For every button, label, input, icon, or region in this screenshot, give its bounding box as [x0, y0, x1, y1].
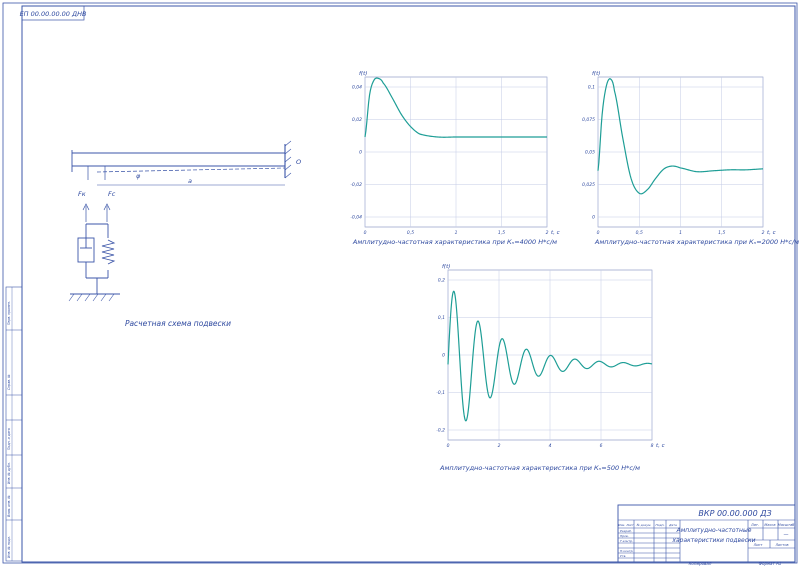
code-stamp-text: ЕП 00.00.00.00 ДНВ	[20, 10, 87, 18]
role-prov: Пров.	[620, 534, 629, 538]
chart-title: Амплитудно-частотная характеристика при …	[594, 238, 799, 246]
x-axis-label: t, c	[551, 230, 560, 236]
x-tick-label: 1,5	[718, 230, 725, 236]
label-o: O	[296, 158, 301, 166]
side-stamp-text-6: Инв. № подл.	[7, 536, 11, 558]
role-razrab: Разраб.	[620, 529, 632, 533]
x-tick-label: 1	[679, 230, 682, 236]
format-label: Формат А1	[759, 561, 782, 566]
role-utv: Утв.	[620, 554, 626, 558]
scheme-caption: Расчетная схема подвески	[125, 319, 231, 328]
x-tick-label: 1	[455, 230, 458, 236]
col-lit: Лит.	[750, 523, 759, 527]
phi-line	[96, 167, 286, 173]
row-ndoc: № докум.	[636, 523, 652, 527]
y-tick-label: -0,2	[436, 428, 445, 434]
side-stamp-text-3: Подп. и дата	[7, 428, 11, 450]
y-tick-label: -0,1	[436, 390, 445, 396]
y-tick-label: 0,04	[352, 85, 362, 91]
doc-code: ВКР 00.00.000 ДЗ	[698, 509, 771, 518]
side-stamp-text-1: Перв. примен.	[7, 301, 11, 325]
y-tick-label: -0,02	[350, 182, 362, 188]
y-tick-label: 0,025	[582, 182, 595, 188]
row-podp: Подп.	[655, 523, 664, 527]
x-tick-label: 6	[600, 443, 603, 449]
y-axis-label: f(t)	[442, 264, 450, 270]
y-tick-label: 0	[592, 215, 595, 221]
y-axis-label: f(t)	[592, 71, 600, 77]
role-nkontr: Н.контр.	[620, 549, 633, 553]
y-tick-label: 0,1	[588, 85, 595, 91]
x-tick-label: 4	[549, 443, 552, 449]
side-stamp	[5, 286, 23, 562]
y-tick-label: 0	[359, 150, 362, 156]
side-stamp-text-2: Справ. №	[7, 374, 11, 390]
spring	[101, 239, 116, 265]
scale-value: —	[784, 532, 789, 538]
x-tick-label: 1,5	[498, 230, 505, 236]
x-tick-label: 2	[546, 230, 549, 236]
x-tick-label: 0,5	[636, 230, 643, 236]
label-a: a	[188, 177, 192, 185]
x-tick-label: 0	[597, 230, 600, 236]
drawing-sheet: ЕП 00.00.00.00 ДНВ Fк Fс φ a O Расчетная…	[2, 2, 799, 566]
x-axis-label: t, c	[656, 443, 665, 449]
side-stamp-text-4: Инв. № дубл.	[7, 462, 11, 484]
chart-kn-4000: 0 0,5 1 1,5 2 0,04 0,02 0 -0,02 -0,04 f(t) t, c Ампл…	[350, 71, 559, 246]
chart-title: Амплитудно-частотная характеристика при …	[439, 464, 640, 472]
label-fc: Fс	[108, 190, 116, 198]
y-tick-label: 0,05	[585, 150, 595, 156]
col-mass: Масса	[764, 523, 775, 527]
x-tick-label: 0,5	[407, 230, 414, 236]
sheets-label: Листов	[774, 543, 788, 547]
x-tick-label: 0	[364, 230, 367, 236]
y-tick-label: 0,1	[438, 315, 445, 321]
y-axis-label: f(t)	[359, 71, 367, 77]
y-tick-label: 0,2	[438, 278, 445, 284]
suspension-scheme	[68, 140, 292, 302]
x-tick-label: 0	[447, 443, 450, 449]
y-tick-label: 0	[442, 353, 445, 359]
row-data: Дата	[668, 523, 677, 527]
y-tick-label: 0,02	[352, 117, 362, 123]
inner-frame	[21, 5, 796, 563]
chart-title: Амплитудно-частотная характеристика при …	[352, 238, 557, 246]
copied-label: Копировал	[689, 561, 712, 566]
x-tick-label: 2	[762, 230, 765, 236]
x-axis-label: t, c	[767, 230, 776, 236]
sheet-label: Лист	[753, 543, 764, 547]
sheet-name-line2: характеристики подвески	[671, 537, 755, 544]
side-stamp-text-5: Взам. инв. №	[7, 495, 11, 517]
sheet-name-line1: Амплитудно-частотные	[676, 527, 752, 534]
role-tkontr: Т.контр.	[620, 539, 633, 543]
row-izm: Изм. Лист	[618, 523, 634, 527]
y-tick-label: 0,075	[582, 117, 595, 123]
label-phi: φ	[136, 172, 141, 180]
code-stamp: ЕП 00.00.00.00 ДНВ	[20, 5, 87, 21]
col-scale: Масштаб	[778, 523, 795, 527]
label-fk: Fк	[78, 190, 86, 198]
x-tick-label: 2	[498, 443, 501, 449]
x-tick-label: 8	[651, 443, 654, 449]
chart-kn-2000: 0 0,5 1 1,5 2 0,1 0,075 0,05 0,025 0 f(t) t, c Ампли…	[582, 71, 799, 246]
chart-kn-500: 0 2 4 6 8 0,2 0,1 0 -0,1 -0,2 f(t) t, c Амплитудно-ч…	[436, 264, 664, 472]
y-tick-label: -0,04	[350, 215, 362, 221]
